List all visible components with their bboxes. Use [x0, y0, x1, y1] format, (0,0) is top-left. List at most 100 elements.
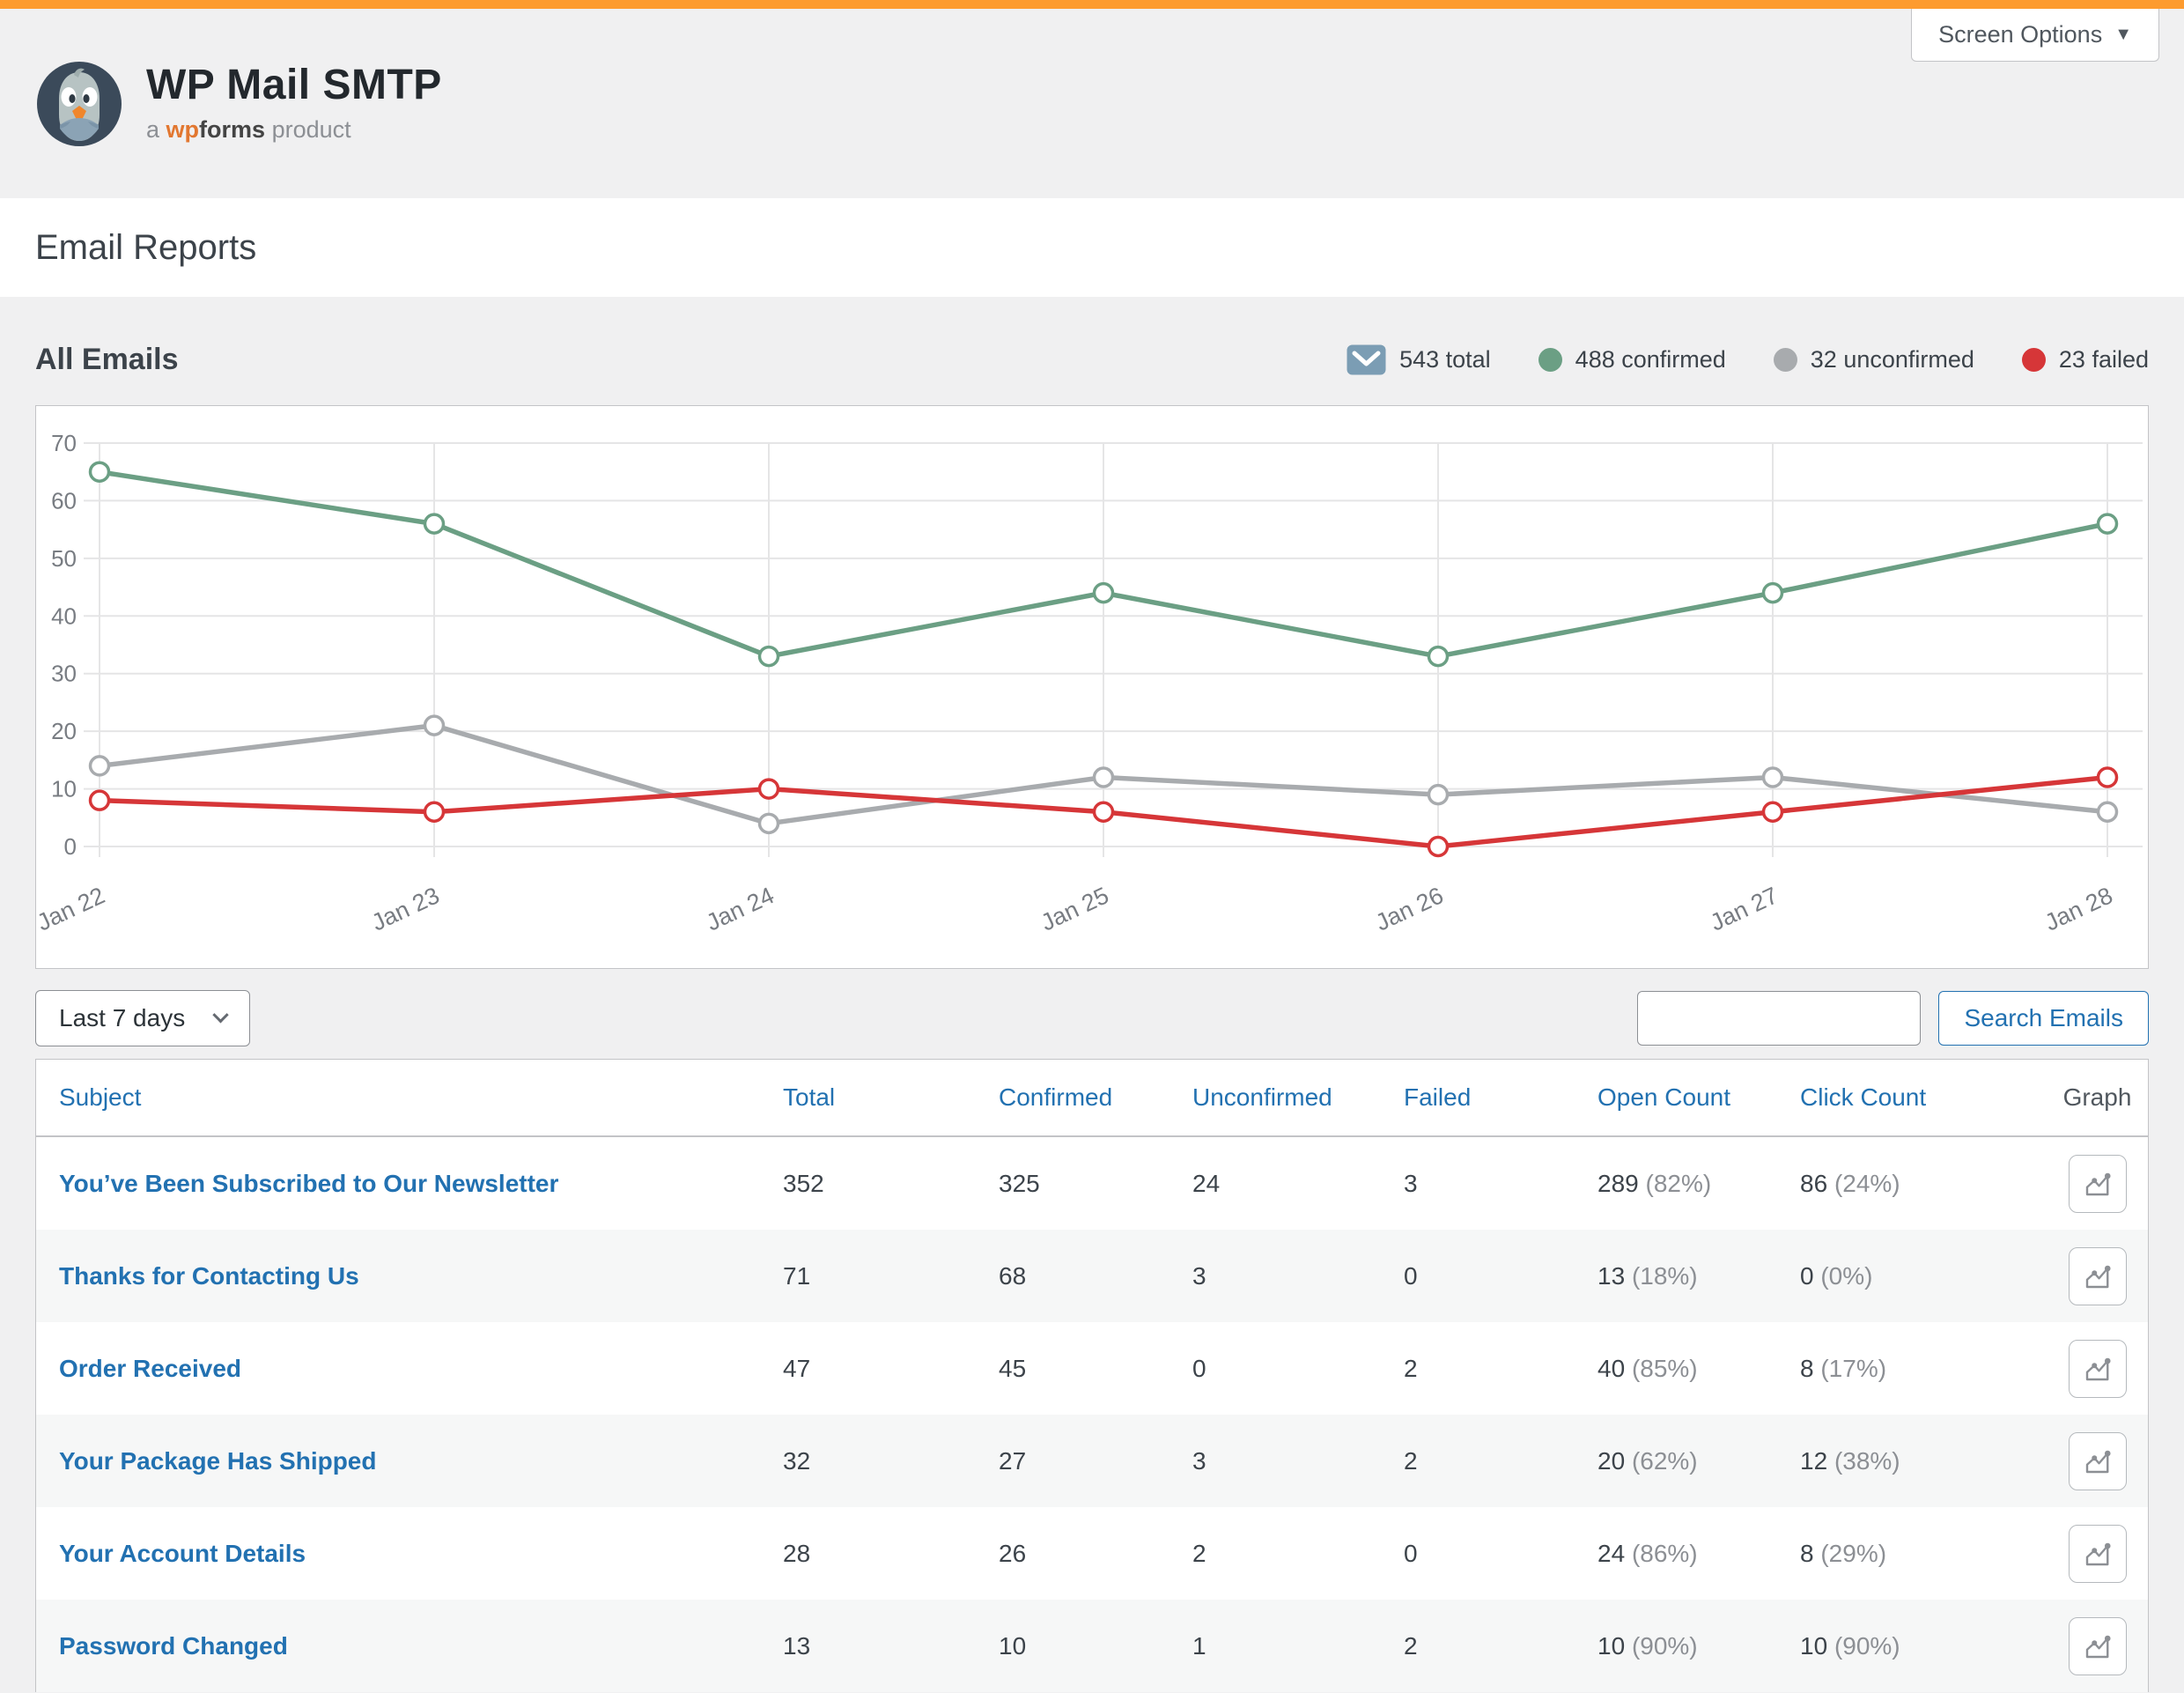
total-cell: 47: [783, 1355, 999, 1383]
unconfirmed-dot-icon: [1774, 348, 1797, 372]
table-row: Your Account Details28262024 (86%)8 (29%…: [36, 1507, 2148, 1600]
confirmed-data-point: [1429, 647, 1448, 666]
page-title: Email Reports: [35, 228, 256, 268]
failed-data-point: [91, 791, 109, 810]
subtitle-prefix: a: [146, 116, 159, 143]
click-percent: (38%): [1834, 1447, 1900, 1475]
unconfirmed-data-point: [1095, 768, 1113, 787]
screen-options-button[interactable]: Screen Options ▼: [1911, 9, 2159, 62]
legend-item-unconfirmed: 32 unconfirmed: [1774, 346, 1974, 373]
search-emails-button[interactable]: Search Emails: [1938, 991, 2149, 1046]
open-count-cell: 24 (86%): [1597, 1540, 1800, 1568]
graph-cell: [2047, 1340, 2148, 1398]
confirmed-data-point: [1764, 584, 1782, 603]
subject-cell: Your Package Has Shipped: [36, 1447, 783, 1475]
y-axis-tick-label: 20: [51, 718, 77, 744]
email-subject-link[interactable]: Password Changed: [59, 1632, 288, 1660]
date-range-select[interactable]: Last 7 days: [35, 990, 250, 1046]
column-header-confirmed[interactable]: Confirmed: [999, 1083, 1192, 1112]
search-input[interactable]: [1637, 991, 1921, 1046]
emails-line-chart: 010203040506070Jan 22Jan 23Jan 24Jan 25J…: [35, 405, 2149, 969]
click-count-cell: 8 (29%): [1800, 1540, 2047, 1568]
line-chart-icon: [2082, 1261, 2114, 1292]
graph-button[interactable]: [2069, 1617, 2127, 1675]
open-percent: (82%): [1646, 1170, 1712, 1197]
legend-confirmed-label: 488 confirmed: [1575, 346, 1726, 373]
open-percent: (85%): [1632, 1355, 1698, 1382]
graph-button[interactable]: [2069, 1247, 2127, 1305]
confirmed-data-point: [2099, 514, 2117, 533]
unconfirmed-data-point: [760, 814, 778, 832]
y-axis-tick-label: 50: [51, 545, 77, 572]
email-subject-link[interactable]: Your Package Has Shipped: [59, 1447, 377, 1475]
unconfirmed-data-point: [425, 716, 444, 735]
confirmed-data-point: [91, 462, 109, 481]
x-axis-tick-label: Jan 25: [1037, 882, 1112, 935]
subtitle-wp: wp: [166, 116, 200, 143]
email-subject-link[interactable]: Thanks for Contacting Us: [59, 1262, 359, 1290]
legend-item-failed: 23 failed: [2022, 346, 2149, 373]
total-cell: 13: [783, 1632, 999, 1660]
unconfirmed-data-point: [2099, 802, 2117, 821]
legend-item-total: 543 total: [1347, 344, 1491, 375]
open-count-cell: 10 (90%): [1597, 1632, 1800, 1660]
total-cell: 352: [783, 1170, 999, 1198]
column-header-unconfirmed[interactable]: Unconfirmed: [1192, 1083, 1404, 1112]
confirmed-cell: 10: [999, 1632, 1192, 1660]
unconfirmed-cell: 2: [1192, 1540, 1404, 1568]
graph-button[interactable]: [2069, 1340, 2127, 1398]
failed-data-point: [1429, 838, 1448, 856]
column-header-failed[interactable]: Failed: [1404, 1083, 1597, 1112]
failed-cell: 3: [1404, 1170, 1597, 1198]
total-cell: 71: [783, 1262, 999, 1290]
graph-cell: [2047, 1432, 2148, 1490]
email-subject-link[interactable]: You’ve Been Subscribed to Our Newsletter: [59, 1170, 558, 1197]
graph-button[interactable]: [2069, 1525, 2127, 1583]
subject-cell: Order Received: [36, 1355, 783, 1383]
total-cell: 32: [783, 1447, 999, 1475]
failed-dot-icon: [2022, 348, 2046, 372]
unconfirmed-data-point: [91, 757, 109, 775]
chart-legend: 543 total 488 confirmed 32 unconfirmed 2…: [1347, 344, 2149, 375]
open-percent: (18%): [1632, 1262, 1698, 1290]
x-axis-tick-label: Jan 27: [1706, 882, 1782, 935]
y-axis-tick-label: 40: [51, 603, 77, 629]
failed-data-point: [2099, 768, 2117, 787]
email-subject-link[interactable]: Your Account Details: [59, 1540, 306, 1567]
confirmed-cell: 68: [999, 1262, 1192, 1290]
confirmed-data-point: [760, 647, 778, 666]
column-header-total[interactable]: Total: [783, 1083, 999, 1112]
line-chart-icon: [2082, 1538, 2114, 1570]
graph-button[interactable]: [2069, 1432, 2127, 1490]
y-axis-tick-label: 30: [51, 661, 77, 687]
open-count-cell: 13 (18%): [1597, 1262, 1800, 1290]
unconfirmed-data-point: [1429, 786, 1448, 804]
open-percent: (62%): [1632, 1447, 1698, 1475]
column-header-open-count[interactable]: Open Count: [1597, 1083, 1800, 1112]
failed-cell: 2: [1404, 1447, 1597, 1475]
y-axis-tick-label: 10: [51, 776, 77, 802]
subject-cell: Thanks for Contacting Us: [36, 1262, 783, 1290]
email-subject-link[interactable]: Order Received: [59, 1355, 241, 1382]
failed-data-point: [760, 780, 778, 798]
confirmed-cell: 26: [999, 1540, 1192, 1568]
failed-cell: 2: [1404, 1355, 1597, 1383]
table-row: Order Received47450240 (85%)8 (17%): [36, 1322, 2148, 1415]
table-body: You’ve Been Subscribed to Our Newsletter…: [36, 1137, 2148, 1692]
top-accent-bar: [0, 0, 2184, 9]
column-header-subject[interactable]: Subject: [36, 1083, 783, 1112]
graph-button[interactable]: [2069, 1155, 2127, 1213]
click-percent: (17%): [1820, 1355, 1886, 1382]
failed-cell: 0: [1404, 1262, 1597, 1290]
click-percent: (0%): [1820, 1262, 1872, 1290]
open-count-cell: 20 (62%): [1597, 1447, 1800, 1475]
click-percent: (24%): [1834, 1170, 1900, 1197]
x-axis-tick-label: Jan 23: [367, 882, 443, 935]
confirmed-cell: 45: [999, 1355, 1192, 1383]
failed-data-point: [1764, 802, 1782, 821]
total-cell: 28: [783, 1540, 999, 1568]
y-axis-tick-label: 60: [51, 487, 77, 514]
email-reports-table: Subject Total Confirmed Unconfirmed Fail…: [35, 1059, 2149, 1692]
unconfirmed-cell: 3: [1192, 1447, 1404, 1475]
column-header-click-count[interactable]: Click Count: [1800, 1083, 2047, 1112]
